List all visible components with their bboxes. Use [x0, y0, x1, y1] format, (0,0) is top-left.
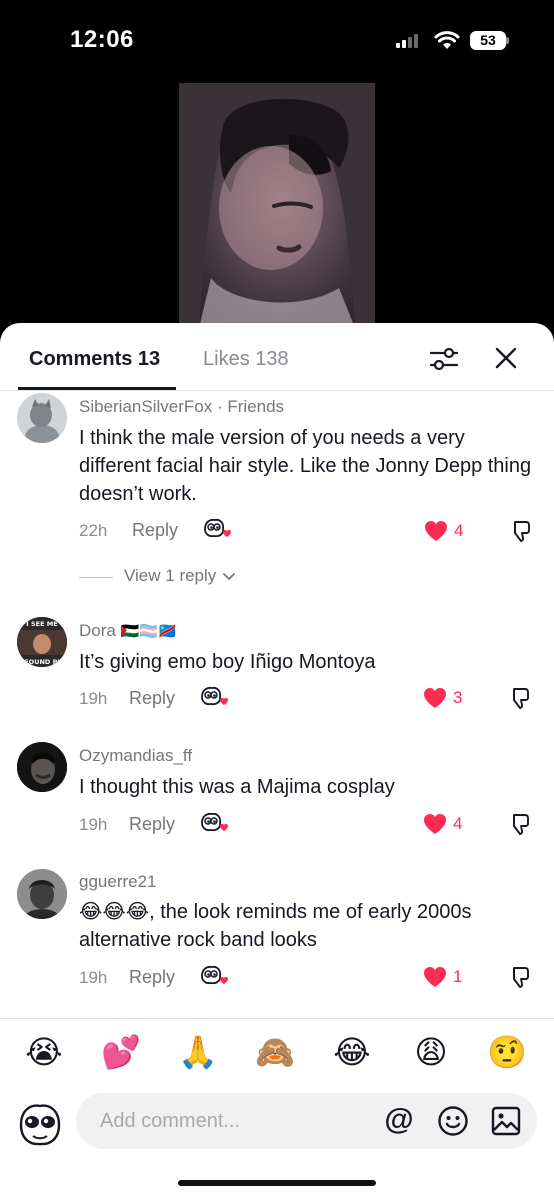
- tab-bar: Comments 13 Likes 138: [0, 323, 554, 391]
- comment-text: 😂😂😂, the look reminds me of early 2000s …: [79, 901, 472, 951]
- like-count: 1: [453, 967, 463, 986]
- reaction-icon[interactable]: [199, 685, 229, 709]
- comment-text: I thought this was a Majima cosplay: [79, 776, 395, 798]
- flag-emojis: 🇵🇸🏳️‍⚧️🇨🇩: [120, 623, 177, 640]
- wifi-icon: [434, 31, 460, 49]
- comment-time: 19h: [79, 968, 108, 987]
- heart-icon[interactable]: [422, 965, 448, 989]
- comment-username[interactable]: Dora 🇵🇸🏳️‍⚧️🇨🇩: [79, 621, 177, 641]
- reaction-icon[interactable]: [202, 517, 232, 541]
- home-indicator: [178, 1180, 376, 1186]
- comment-username[interactable]: gguerre21: [79, 872, 157, 892]
- thumbs-down-icon[interactable]: [507, 812, 531, 836]
- signal-icon: [396, 34, 418, 48]
- comment-input-placeholder[interactable]: Add comment...: [100, 1110, 240, 1133]
- avatar-image: [17, 742, 67, 792]
- active-tab-indicator: [18, 387, 176, 390]
- reply-button[interactable]: Reply: [129, 688, 175, 709]
- video-frame-illustration: [179, 83, 375, 328]
- emoji-laughing-button[interactable]: 😂: [332, 1034, 372, 1070]
- comments-sheet: Comments 13 Likes 138 SiberianSilverFox …: [0, 323, 554, 1200]
- quick-emoji-bar: 😭 💕 🙏 🙈 😂 😩 🤨: [0, 1018, 554, 1087]
- battery-icon: 53: [470, 31, 506, 50]
- heart-icon[interactable]: [423, 519, 449, 543]
- chevron-down-icon: [223, 573, 235, 580]
- mention-button[interactable]: @: [383, 1104, 415, 1136]
- comment-time: 22h: [79, 521, 108, 540]
- avatar[interactable]: [17, 393, 67, 443]
- comment-text: It’s giving emo boy Iñigo Montoya: [79, 651, 376, 673]
- avatar[interactable]: [17, 742, 67, 792]
- like-count: 4: [454, 521, 464, 540]
- avatar-image: [17, 393, 67, 443]
- view-replies-text[interactable]: View 1 reply: [124, 566, 216, 585]
- like-count: 3: [453, 688, 463, 707]
- video-preview[interactable]: [179, 83, 375, 328]
- avatar[interactable]: I SEE ME FOUND PI: [17, 617, 67, 667]
- comment-text: I think the male version of you needs a …: [79, 427, 532, 505]
- thumbs-down-icon[interactable]: [507, 965, 531, 989]
- avatar[interactable]: [17, 869, 67, 919]
- battery-tip: [506, 37, 509, 44]
- heart-icon[interactable]: [422, 812, 448, 836]
- tab-likes[interactable]: Likes 138: [203, 348, 289, 371]
- username-text[interactable]: SiberianSilverFox: [79, 397, 212, 416]
- smiley-icon[interactable]: [437, 1105, 469, 1137]
- close-icon[interactable]: [493, 345, 519, 371]
- composer-avatar-icon: [19, 1104, 61, 1146]
- username-text[interactable]: gguerre21: [79, 872, 157, 891]
- emoji-monkey-button[interactable]: 🙈: [255, 1034, 295, 1070]
- reply-button[interactable]: Reply: [129, 967, 175, 988]
- comment-time: 19h: [79, 689, 108, 708]
- emoji-hearts-button[interactable]: 💕: [101, 1034, 141, 1070]
- comment-username[interactable]: Ozymandias_ff: [79, 746, 192, 766]
- like-count: 4: [453, 814, 463, 833]
- avatar-image: [17, 869, 67, 919]
- avatar-image: I SEE ME FOUND PI: [17, 617, 67, 667]
- image-icon[interactable]: [490, 1105, 522, 1137]
- friends-badge: · Friends: [216, 397, 285, 416]
- status-bar: 12:06 53: [0, 0, 554, 80]
- avatar-caption-bottom: FOUND PI: [24, 658, 60, 666]
- avatar-caption-top: I SEE ME: [26, 620, 57, 628]
- thumbs-down-icon[interactable]: [507, 686, 531, 710]
- comment-username[interactable]: SiberianSilverFox · Friends: [79, 397, 284, 417]
- emoji-raised-eyebrow-button[interactable]: 🤨: [487, 1034, 527, 1070]
- reply-button[interactable]: Reply: [132, 520, 178, 541]
- username-text[interactable]: Ozymandias_ff: [79, 746, 192, 765]
- tab-comments[interactable]: Comments 13: [29, 348, 160, 371]
- heart-icon[interactable]: [422, 686, 448, 710]
- filter-icon[interactable]: [429, 345, 459, 373]
- reaction-icon[interactable]: [199, 964, 229, 988]
- emoji-crying-button[interactable]: 😭: [24, 1034, 64, 1070]
- thread-line: [79, 577, 113, 578]
- username-text[interactable]: Dora: [79, 621, 116, 640]
- view-replies-label[interactable]: View 1 reply: [124, 566, 235, 586]
- emoji-pray-button[interactable]: 🙏: [178, 1034, 218, 1070]
- emoji-weary-button[interactable]: 😩: [411, 1034, 451, 1070]
- thumbs-down-icon[interactable]: [508, 519, 532, 543]
- reply-button[interactable]: Reply: [129, 814, 175, 835]
- reaction-icon[interactable]: [199, 811, 229, 835]
- comment-time: 19h: [79, 815, 108, 834]
- status-time: 12:06: [70, 26, 134, 53]
